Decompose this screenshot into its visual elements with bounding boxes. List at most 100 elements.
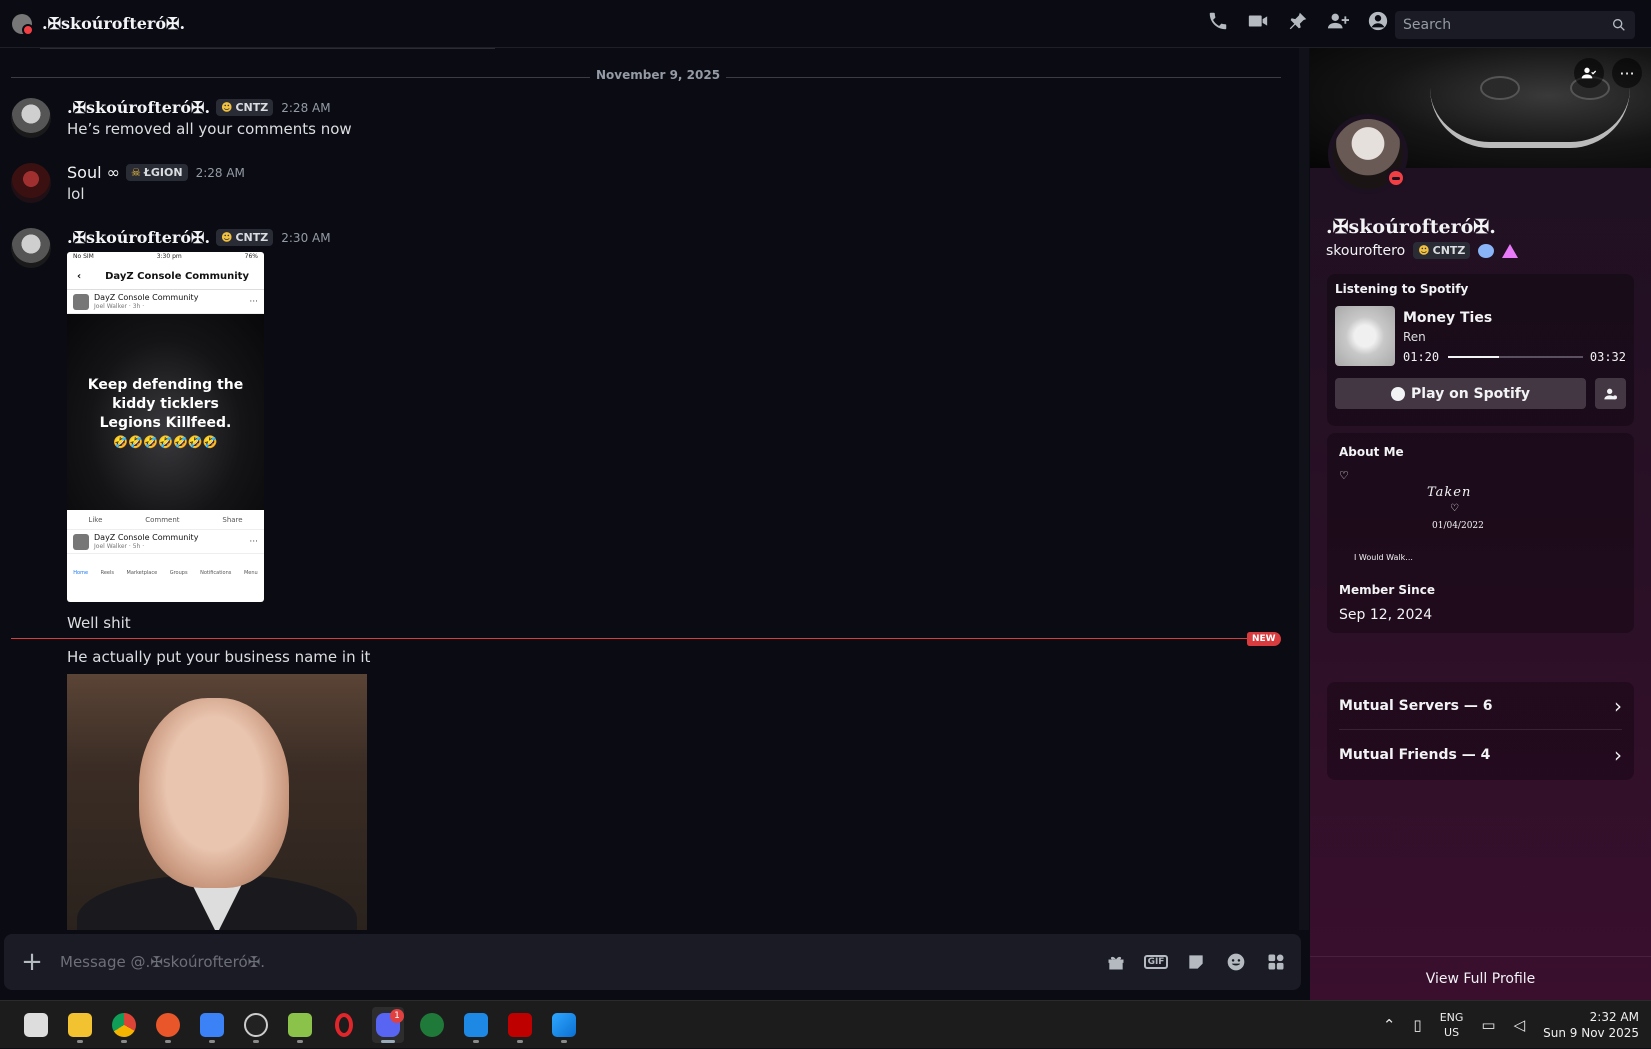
listen-along-button[interactable] bbox=[1595, 378, 1626, 409]
listen-along-icon bbox=[1603, 388, 1617, 399]
add-friend-icon bbox=[1581, 67, 1597, 79]
back-chevron-icon: ‹ bbox=[77, 271, 82, 282]
chrome-app[interactable] bbox=[108, 1007, 140, 1043]
notepad-plus-icon bbox=[288, 1013, 312, 1037]
photo-face bbox=[139, 698, 289, 888]
post-author: Joel Walker · 5h · bbox=[94, 542, 145, 550]
chevron-right-icon: › bbox=[1614, 743, 1622, 767]
dnd-status-icon bbox=[1386, 168, 1406, 188]
timestamp: 2:30 AM bbox=[281, 230, 331, 245]
user-profile-icon[interactable] bbox=[1367, 10, 1389, 32]
opera-app[interactable] bbox=[328, 1007, 360, 1043]
discord-app[interactable]: 1 bbox=[372, 1007, 404, 1043]
image-attachment-screenshot[interactable]: No SIM 3:30 pm 76% ‹ DayZ Console Commun… bbox=[67, 252, 264, 602]
nav-notifications: Notifications bbox=[200, 570, 232, 576]
gif-icon[interactable]: GIF bbox=[1143, 951, 1169, 973]
photos-app[interactable] bbox=[548, 1007, 580, 1043]
group-avatar bbox=[73, 533, 89, 550]
play-on-spotify-button[interactable]: Play on Spotify bbox=[1335, 378, 1586, 409]
nav-reels: Reels bbox=[100, 570, 114, 576]
running-indicator bbox=[473, 1040, 479, 1043]
add-friend-button[interactable] bbox=[1574, 58, 1604, 88]
profile-avatar[interactable] bbox=[1328, 114, 1408, 194]
avatar[interactable] bbox=[11, 228, 51, 268]
notepad-plus-app[interactable] bbox=[284, 1007, 316, 1043]
running-indicator bbox=[297, 1040, 303, 1043]
opera-icon bbox=[335, 1013, 353, 1037]
profile-display-name: .✠skoúrofteró✠. bbox=[1326, 216, 1496, 238]
meme-text: Keep defending the kiddy ticklers Legion… bbox=[87, 376, 244, 431]
image-attachment-photo[interactable] bbox=[67, 674, 367, 930]
nitro-badge-icon[interactable] bbox=[1478, 243, 1495, 258]
add-friends-to-dm-icon[interactable] bbox=[1327, 10, 1349, 32]
clan-tag-icon: ☻ bbox=[221, 101, 233, 114]
elapsed-time: 01:20 bbox=[1403, 350, 1440, 364]
spotify-icon bbox=[1391, 386, 1406, 401]
pinned-messages-icon[interactable] bbox=[1287, 10, 1309, 32]
emoji-icon[interactable] bbox=[1225, 951, 1247, 973]
chevron-up-icon[interactable]: ⌃ bbox=[1383, 1016, 1396, 1034]
song-artist[interactable]: Ren bbox=[1403, 330, 1426, 344]
upload-plus-button[interactable]: + bbox=[4, 934, 60, 990]
message-header: .✠skoúrofteró✠. ☻ CNTZ 2:28 AM bbox=[67, 98, 331, 117]
author-name[interactable]: .✠skoúrofteró✠. bbox=[67, 228, 210, 247]
timestamp: 2:28 AM bbox=[281, 100, 331, 115]
notepad-app[interactable] bbox=[196, 1007, 228, 1043]
battery-icon[interactable]: ▯ bbox=[1413, 1016, 1421, 1034]
nav-groups: Groups bbox=[169, 570, 188, 576]
member-since-date: Sep 12, 2024 bbox=[1339, 607, 1433, 623]
clan-tag-label: CNTZ bbox=[235, 231, 269, 244]
task-view-icon bbox=[24, 1013, 48, 1037]
profile-username-row: skouroftero ☻ CNTZ bbox=[1326, 242, 1519, 259]
search-box[interactable] bbox=[1395, 11, 1635, 39]
post-meta: DayZ Console Community Joel Walker · 5h · bbox=[94, 533, 198, 551]
user-profile-panel: ··· .✠skoúrofteró✠. skouroftero ☻ CNTZ Li… bbox=[1310, 48, 1651, 1000]
song-title[interactable]: Money Ties bbox=[1403, 310, 1492, 326]
message-list[interactable]: November 9, 2025 .✠skoúrofteró✠. ☻ CNTZ 2… bbox=[0, 48, 1310, 930]
message-header: .✠skoúrofteró✠. ☻ CNTZ 2:30 AM bbox=[67, 228, 331, 247]
view-full-profile-button[interactable]: View Full Profile bbox=[1310, 956, 1651, 1000]
apps-icon[interactable] bbox=[1265, 951, 1287, 973]
vscode-app[interactable] bbox=[460, 1007, 492, 1043]
album-art[interactable] bbox=[1335, 306, 1395, 366]
clan-tag-icon: ☠ bbox=[130, 166, 141, 179]
mutual-servers-row[interactable]: Mutual Servers — 6 › bbox=[1339, 682, 1622, 730]
filezilla-app[interactable] bbox=[504, 1007, 536, 1043]
meme-image: Keep defending the kiddy ticklers Legion… bbox=[67, 314, 264, 510]
hs-app[interactable] bbox=[416, 1007, 448, 1043]
clan-tag[interactable]: ☠ ŁGION bbox=[125, 164, 188, 181]
activity-title: Listening to Spotify bbox=[1335, 282, 1469, 296]
chat-scrollbar[interactable] bbox=[1299, 48, 1309, 930]
clan-tag[interactable]: ☻ CNTZ bbox=[1413, 242, 1471, 259]
sticker-icon[interactable] bbox=[1185, 951, 1207, 973]
language-indicator[interactable]: ENG US bbox=[1440, 1010, 1464, 1040]
network-icon[interactable]: ▭ bbox=[1481, 1016, 1495, 1034]
group-topbar: ‹ DayZ Console Community bbox=[67, 264, 264, 290]
volume-icon[interactable]: ◁ bbox=[1514, 1016, 1526, 1034]
more-options-button[interactable]: ··· bbox=[1612, 58, 1642, 88]
avatar[interactable] bbox=[11, 98, 51, 138]
clan-tag[interactable]: ☻ CNTZ bbox=[216, 99, 274, 116]
author-name[interactable]: .✠skoúrofteró✠. bbox=[67, 98, 210, 117]
clan-tag-label: CNTZ bbox=[1432, 244, 1466, 257]
post-author: Joel Walker · 3h · bbox=[94, 302, 145, 310]
message-header: Soul ∞ ☠ ŁGION 2:28 AM bbox=[67, 163, 245, 182]
avatar[interactable] bbox=[11, 163, 51, 203]
task-view-app[interactable] bbox=[20, 1007, 52, 1043]
boost-badge-icon[interactable] bbox=[1502, 243, 1519, 258]
clock[interactable]: 2:32 AM Sun 9 Nov 2025 bbox=[1543, 1009, 1639, 1041]
video-call-icon[interactable] bbox=[1247, 10, 1269, 32]
clan-tag[interactable]: ☻ CNTZ bbox=[216, 229, 274, 246]
gift-icon[interactable] bbox=[1105, 951, 1127, 973]
chatgpt-app[interactable] bbox=[240, 1007, 272, 1043]
message-input[interactable] bbox=[60, 942, 1105, 982]
header-avatar[interactable] bbox=[12, 13, 34, 36]
author-name[interactable]: Soul ∞ bbox=[67, 163, 120, 182]
mutual-friends-row[interactable]: Mutual Friends — 4 › bbox=[1339, 731, 1622, 779]
dm-title[interactable]: .✠skoúrofteró✠. bbox=[42, 14, 185, 33]
about-me-heading: About Me bbox=[1339, 445, 1404, 459]
search-input[interactable] bbox=[1403, 17, 1611, 33]
voice-call-icon[interactable] bbox=[1207, 10, 1229, 32]
git-app[interactable] bbox=[152, 1007, 184, 1043]
file-explorer-app[interactable] bbox=[64, 1007, 96, 1043]
